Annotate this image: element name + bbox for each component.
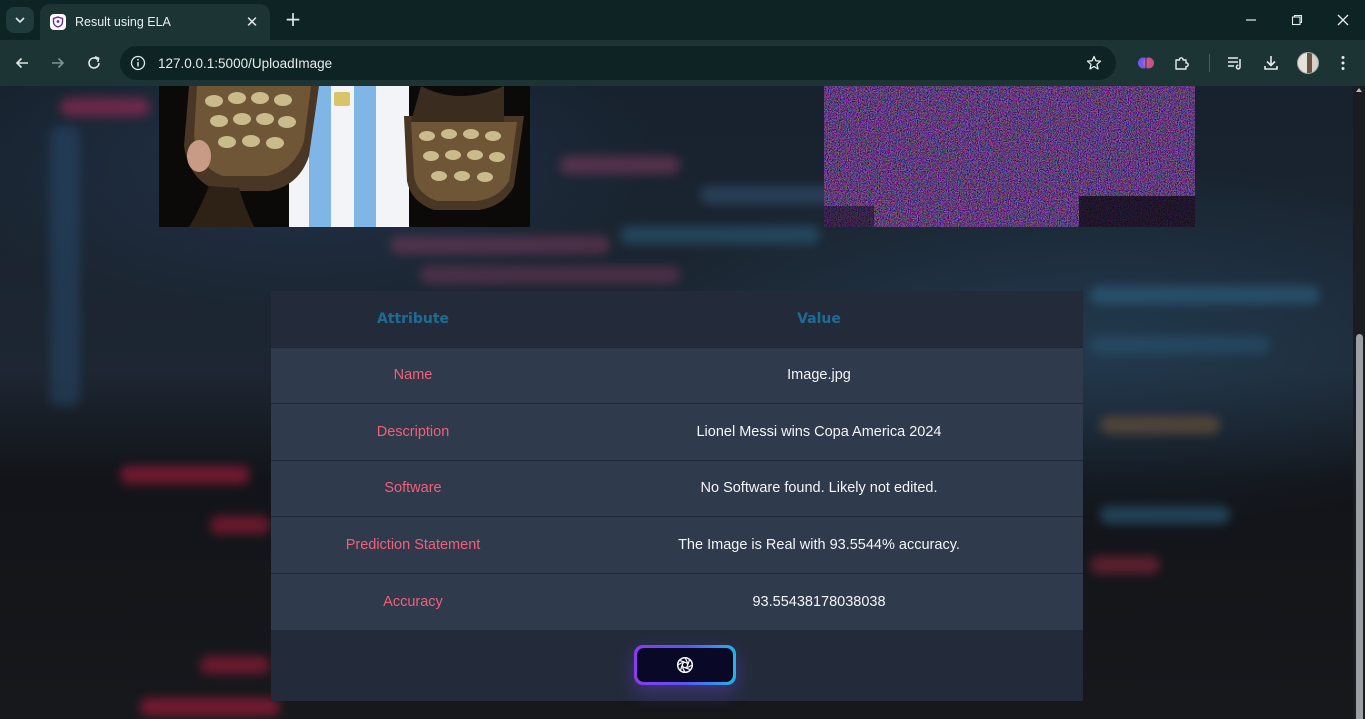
puzzle-icon[interactable] [1171, 52, 1193, 74]
table-row: Description Lionel Messi wins Copa Ameri… [271, 403, 1083, 460]
back-button[interactable] [10, 51, 34, 75]
background-decoration [1090, 286, 1320, 304]
background-decoration [620, 226, 820, 244]
tab-search-button[interactable] [6, 7, 34, 33]
close-icon[interactable]: ✕ [244, 13, 260, 31]
tab-title: Result using ELA [75, 15, 171, 29]
background-decoration [1090, 556, 1160, 574]
background-decoration [1100, 416, 1220, 434]
forward-button[interactable] [46, 51, 70, 75]
background-decoration [210, 516, 270, 534]
background-decoration [120, 466, 250, 484]
shield-icon [50, 14, 66, 30]
chevron-down-icon [15, 17, 25, 24]
attribute-software-cell: Software [271, 459, 555, 517]
attribute-accuracy-cell: Accuracy [271, 572, 555, 630]
table-row: Software No Software found. Likely not e… [271, 459, 1083, 517]
reload-button[interactable] [82, 51, 106, 75]
background-decoration [420, 266, 680, 284]
more-vertical-icon[interactable] [1332, 52, 1354, 74]
reload-icon [88, 56, 100, 69]
minimize-icon[interactable] [1239, 10, 1263, 30]
background-decoration [560, 156, 680, 174]
page-viewport: Attribute Value Name Image.jpg Descripti… [0, 86, 1353, 719]
avatar[interactable] [1297, 52, 1319, 74]
attribute-table: Attribute Value Name Image.jpg Descripti… [271, 291, 1083, 630]
background-decoration [1100, 506, 1230, 524]
result-card: Attribute Value Name Image.jpg Descripti… [271, 291, 1083, 701]
attribute-description-cell: Description [271, 403, 555, 460]
attribute-column-header: Attribute [376, 310, 450, 327]
toolbar-separator [1209, 54, 1210, 72]
star-icon[interactable] [1084, 53, 1104, 73]
button-inner[interactable] [637, 648, 733, 682]
ela-image [824, 86, 1195, 227]
tab-strip: Result using ELA ✕ + [0, 0, 1365, 40]
background-decoration [1090, 336, 1270, 354]
value-column-header: Value [797, 310, 841, 327]
value-description-cell: Lionel Messi wins Copa America 2024 [555, 403, 1083, 460]
download-icon[interactable] [1260, 52, 1282, 74]
address-bar[interactable]: 127.0.0.1:5000/UploadImage [120, 46, 1116, 80]
scroll-thumb[interactable] [1356, 334, 1363, 719]
page-scrollbar[interactable] [1353, 86, 1365, 719]
info-icon[interactable] [129, 54, 147, 72]
background-decoration [50, 126, 80, 406]
media-queue-icon[interactable] [1224, 52, 1246, 74]
table-row: Accuracy 93.55438178038038 [271, 572, 1083, 630]
background-decoration [140, 698, 280, 716]
window-close-icon[interactable] [1331, 10, 1355, 30]
value-accuracy-cell: 93.55438178038038 [555, 572, 1083, 630]
aperture-icon [676, 656, 694, 674]
brain-extension-icon[interactable] [1135, 52, 1157, 74]
arrow-right-icon [52, 57, 65, 69]
attribute-name-cell: Name [271, 346, 555, 404]
browser-toolbar: 127.0.0.1:5000/UploadImage [0, 40, 1365, 86]
table-header-row: Attribute Value [271, 291, 1083, 347]
plus-icon[interactable]: + [282, 8, 304, 30]
table-row: Prediction Statement The Image is Real w… [271, 516, 1083, 573]
active-tab[interactable]: Result using ELA ✕ [40, 4, 270, 40]
url-text[interactable]: 127.0.0.1:5000/UploadImage [158, 56, 1084, 71]
table-row: Name Image.jpg [271, 346, 1083, 404]
arrow-left-icon [15, 57, 28, 69]
analyze-again-button[interactable] [634, 645, 736, 685]
scroll-up-arrow[interactable] [1356, 88, 1362, 92]
uploaded-image [159, 86, 530, 227]
value-name-cell: Image.jpg [555, 346, 1083, 404]
value-prediction-cell: The Image is Real with 93.5544% accuracy… [555, 516, 1083, 573]
background-decoration [200, 656, 270, 674]
value-software-cell: No Software found. Likely not edited. [555, 459, 1083, 517]
background-decoration [390, 236, 610, 254]
restore-icon[interactable] [1285, 10, 1309, 30]
attribute-prediction-cell: Prediction Statement [271, 516, 555, 573]
background-decoration [60, 98, 150, 116]
